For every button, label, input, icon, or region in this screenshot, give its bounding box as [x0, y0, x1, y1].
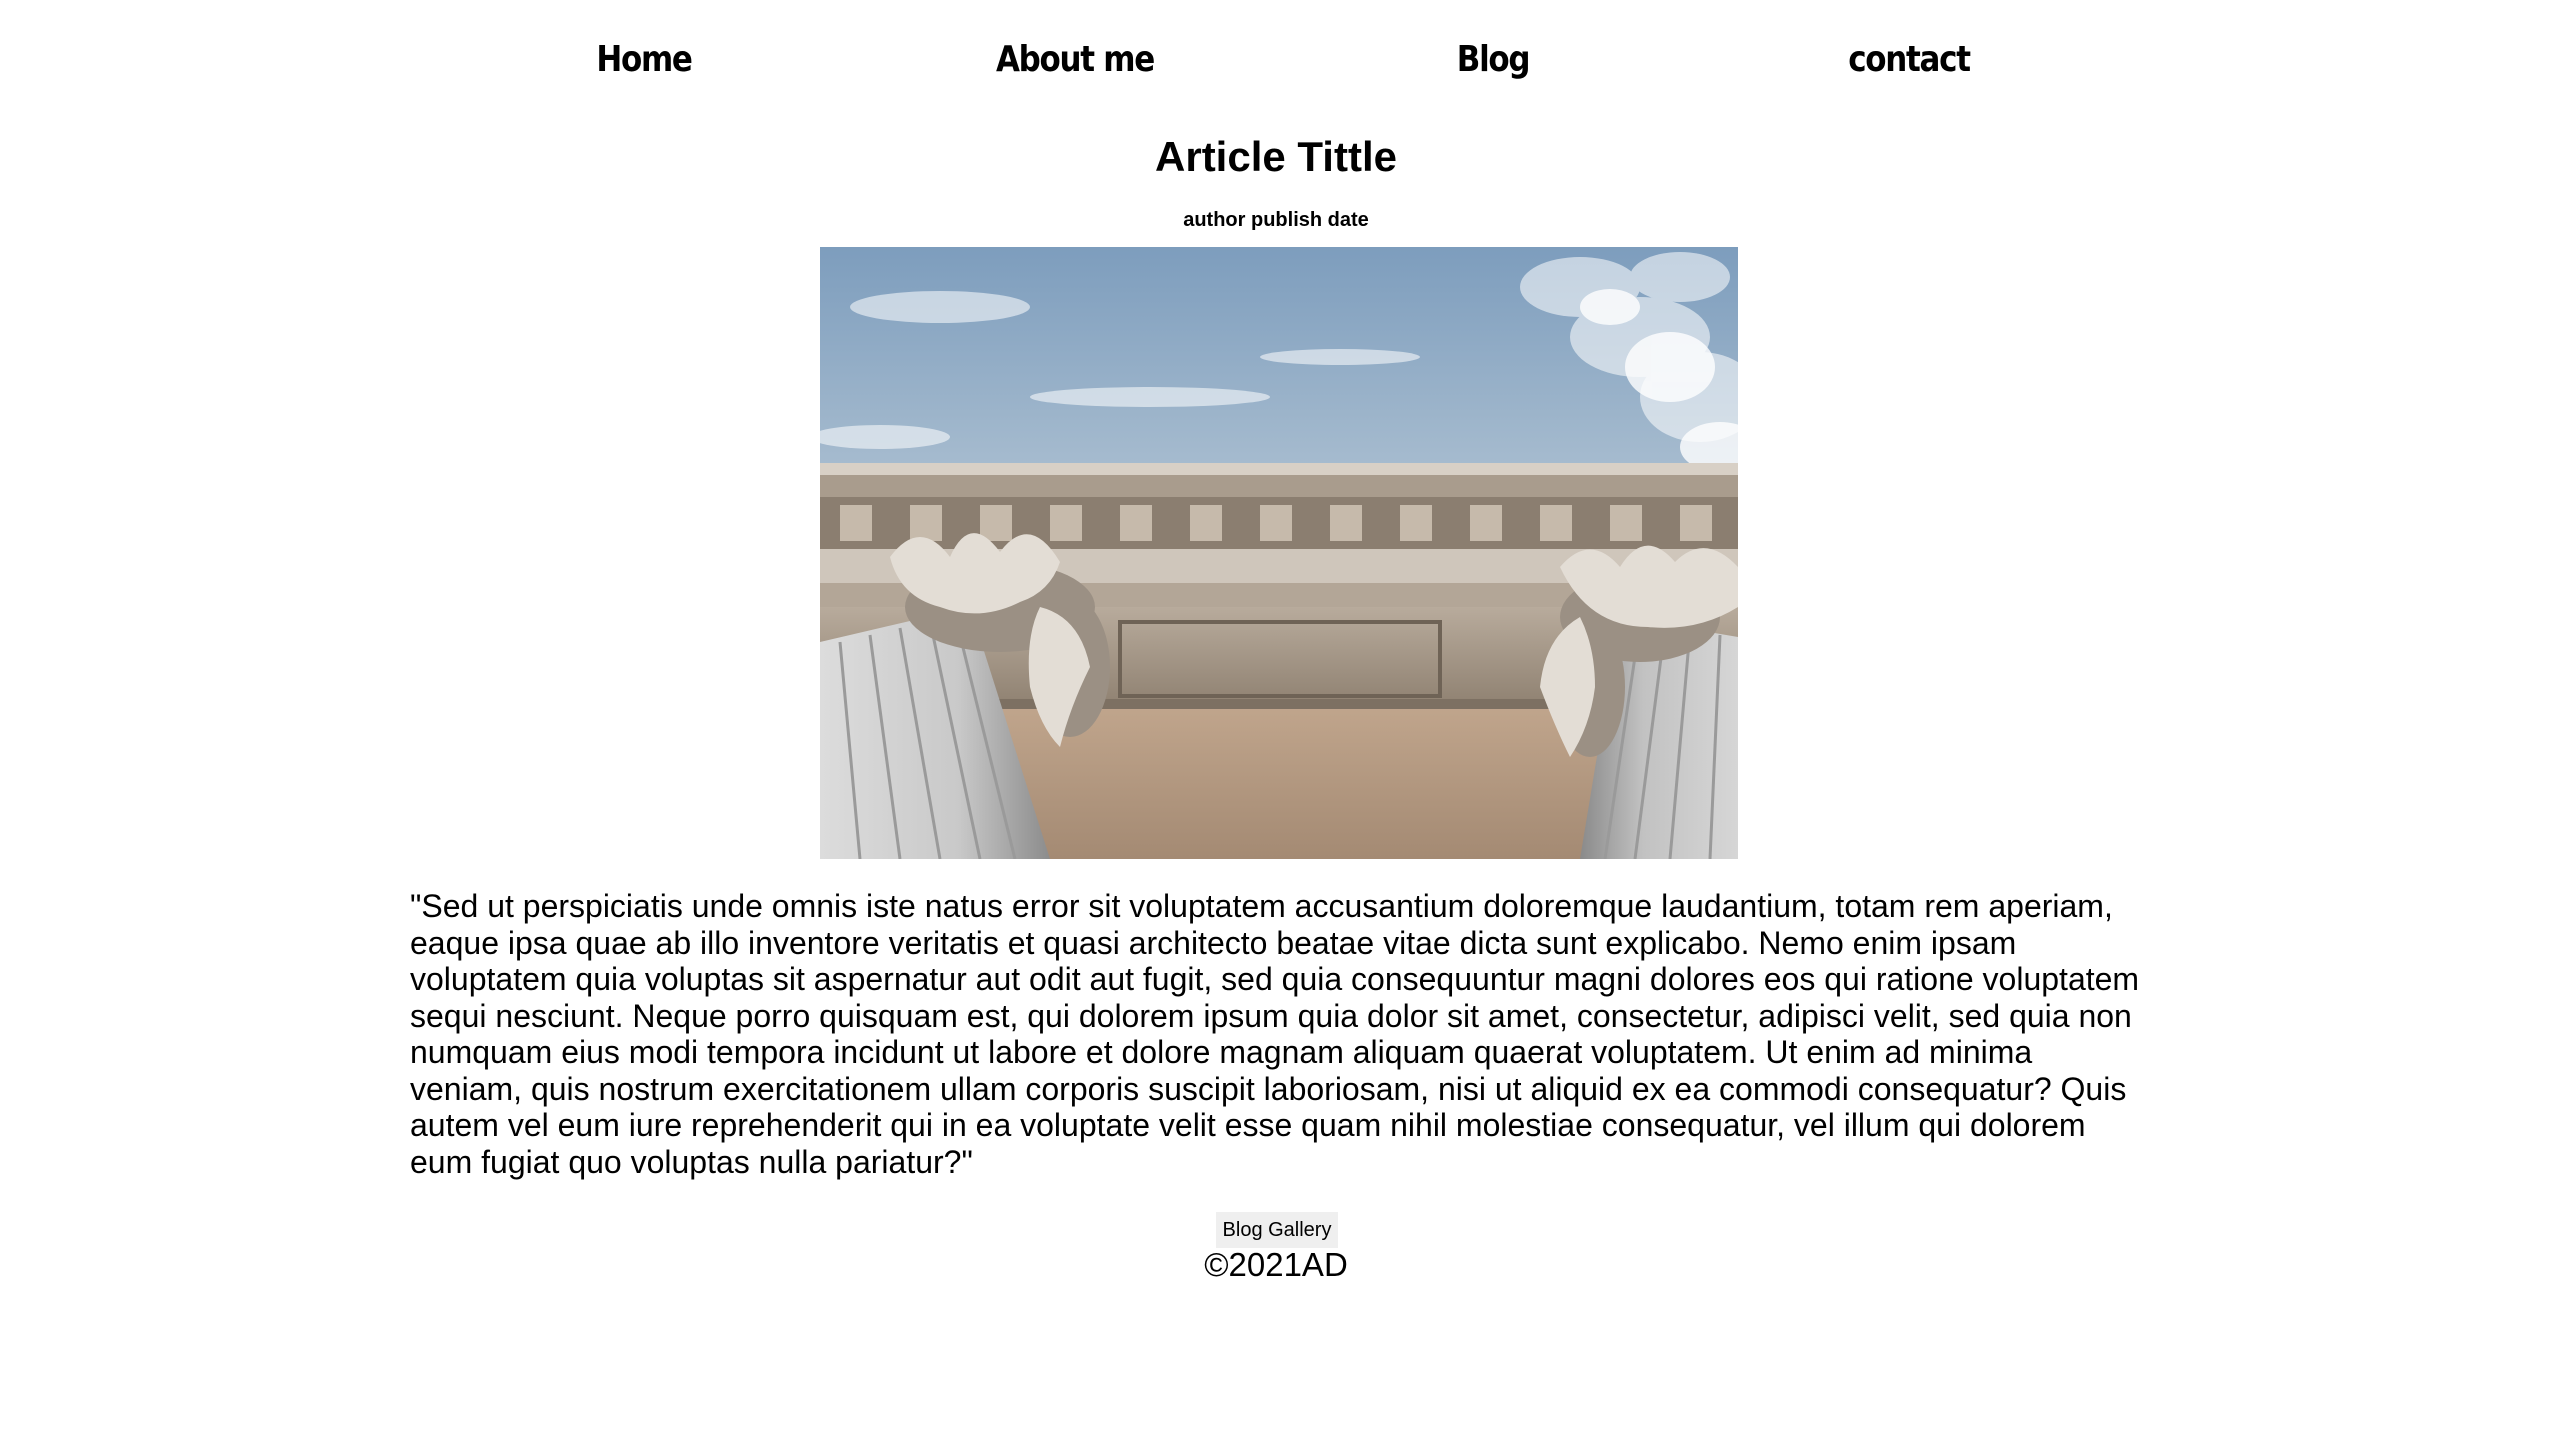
article-meta: author publish date: [1183, 209, 1369, 231]
article-title: Article Tittle: [1155, 133, 1397, 180]
nav-link-about-me[interactable]: About me: [903, 30, 1247, 90]
footer-copyright: ©2021AD: [1204, 1246, 1348, 1283]
nav-link-blog[interactable]: Blog: [1321, 30, 1665, 90]
article-body: "Sed ut perspiciatis unde omnis iste nat…: [410, 888, 2140, 1180]
columns-photo: [820, 247, 1738, 859]
main-nav: Home About me Blog contact: [0, 30, 2552, 90]
nav-link-contact[interactable]: contact: [1737, 30, 2081, 90]
blog-gallery-button[interactable]: Blog Gallery: [1216, 1212, 1338, 1248]
nav-link-home[interactable]: Home: [472, 30, 816, 90]
article-hero-image: [820, 247, 1738, 859]
